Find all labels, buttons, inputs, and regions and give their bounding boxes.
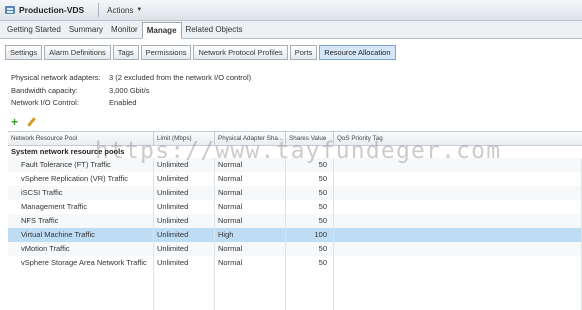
table-empty-area bbox=[8, 270, 582, 310]
bandwidth-value: 3,000 Gbit/s bbox=[109, 85, 150, 95]
table-row[interactable]: vMotion Traffic Unlimited Normal 50 bbox=[8, 242, 582, 256]
header-physical-adapter-shares[interactable]: Physical Adapter Sha... bbox=[215, 132, 286, 145]
subtab-ports[interactable]: Ports bbox=[289, 45, 318, 60]
sub-tab-bar: Settings Alarm Definitions Tags Permissi… bbox=[5, 45, 398, 60]
cell-shares: Normal bbox=[215, 242, 286, 256]
cell-limit: Unlimited bbox=[154, 214, 215, 228]
cell-value: 50 bbox=[286, 172, 334, 186]
table-header: Network Resource Pool Limit (Mbps) Physi… bbox=[8, 132, 582, 146]
subtab-resource-allocation[interactable]: Resource Allocation bbox=[319, 45, 396, 60]
cell-shares: Normal bbox=[215, 200, 286, 214]
cell-limit: Unlimited bbox=[154, 172, 215, 186]
info-row-bandwidth: Bandwidth capacity: 3,000 Gbit/s bbox=[11, 85, 251, 98]
tab-monitor[interactable]: Monitor bbox=[107, 22, 142, 38]
table-row-selected[interactable]: Virtual Machine Traffic Unlimited High 1… bbox=[8, 228, 582, 242]
cell-value: 50 bbox=[286, 200, 334, 214]
cell-qos bbox=[334, 158, 582, 172]
cell-value: 50 bbox=[286, 158, 334, 172]
cell-value: 100 bbox=[286, 228, 334, 242]
tab-summary[interactable]: Summary bbox=[65, 22, 107, 38]
adapters-value: 3 (2 excluded from the network I/O contr… bbox=[109, 73, 252, 82]
subtab-tags[interactable]: Tags bbox=[112, 45, 139, 60]
cell-name: Fault Tolerance (FT) Traffic bbox=[8, 158, 154, 172]
header-qos-priority-tag[interactable]: QoS Priority Tag bbox=[334, 132, 582, 145]
cell-limit: Unlimited bbox=[154, 256, 215, 270]
cell-qos bbox=[334, 242, 582, 256]
edit-pencil-icon[interactable] bbox=[26, 117, 36, 127]
cell-qos bbox=[334, 200, 582, 214]
table-row[interactable]: iSCSI Traffic Unlimited Normal 50 bbox=[8, 186, 582, 200]
chevron-down-icon: ▼ bbox=[136, 7, 143, 13]
cell-limit: Unlimited bbox=[154, 186, 215, 200]
cell-qos bbox=[334, 214, 582, 228]
cell-value: 50 bbox=[286, 186, 334, 200]
cell-shares: Normal bbox=[215, 172, 286, 186]
cell-name: vSphere Storage Area Network Traffic bbox=[8, 256, 154, 270]
actions-menu-button[interactable]: Actions ▼ bbox=[107, 6, 142, 15]
cell-name: NFS Traffic bbox=[8, 214, 154, 228]
header-network-resource-pool[interactable]: Network Resource Pool bbox=[8, 132, 154, 145]
cell-shares: Normal bbox=[215, 214, 286, 228]
cell-name: Virtual Machine Traffic bbox=[8, 228, 154, 242]
subtab-network-protocol-profiles[interactable]: Network Protocol Profiles bbox=[193, 45, 288, 60]
info-row-adapters: Physical network adapters: 3 (2 excluded… bbox=[11, 72, 251, 85]
cell-shares: High bbox=[215, 228, 286, 242]
cell-value: 50 bbox=[286, 256, 334, 270]
table-row[interactable]: Management Traffic Unlimited Normal 50 bbox=[8, 200, 582, 214]
actions-label: Actions bbox=[107, 5, 134, 15]
main-tab-bar: Getting Started Summary Monitor Manage R… bbox=[0, 21, 582, 39]
distributed-switch-icon bbox=[4, 4, 16, 16]
table-toolbar: + bbox=[11, 116, 36, 128]
subtab-permissions[interactable]: Permissions bbox=[140, 45, 192, 60]
cell-qos bbox=[334, 172, 582, 186]
cell-value: 50 bbox=[286, 214, 334, 228]
cell-limit: Unlimited bbox=[154, 200, 215, 214]
group-row-system-pools: System network resource pools bbox=[11, 147, 125, 156]
resource-pool-table: Network Resource Pool Limit (Mbps) Physi… bbox=[8, 131, 582, 310]
bandwidth-label: Bandwidth capacity: bbox=[11, 85, 78, 95]
title-bar: Production-VDS Actions ▼ bbox=[0, 0, 582, 21]
cell-limit: Unlimited bbox=[154, 228, 215, 242]
tab-getting-started[interactable]: Getting Started bbox=[3, 22, 65, 38]
switch-info-panel: Physical network adapters: 3 (2 excluded… bbox=[11, 72, 251, 110]
cell-limit: Unlimited bbox=[154, 158, 215, 172]
tab-manage[interactable]: Manage bbox=[141, 22, 182, 39]
table-row[interactable]: vSphere Replication (VR) Traffic Unlimit… bbox=[8, 172, 582, 186]
info-row-nioc: Network I/O Control: Enabled bbox=[11, 97, 251, 110]
cell-name: Management Traffic bbox=[8, 200, 154, 214]
nioc-label: Network I/O Control: bbox=[11, 98, 79, 107]
cell-name: vMotion Traffic bbox=[8, 242, 154, 256]
cell-shares: Normal bbox=[215, 158, 286, 172]
cell-name: vSphere Replication (VR) Traffic bbox=[8, 172, 154, 186]
cell-limit: Unlimited bbox=[154, 242, 215, 256]
cell-shares: Normal bbox=[215, 256, 286, 270]
cell-name: iSCSI Traffic bbox=[8, 186, 154, 200]
header-shares-value[interactable]: Shares Value bbox=[286, 132, 334, 145]
table-row[interactable]: vSphere Storage Area Network Traffic Unl… bbox=[8, 256, 582, 270]
table-row[interactable]: Fault Tolerance (FT) Traffic Unlimited N… bbox=[8, 158, 582, 172]
adapters-label: Physical network adapters: bbox=[11, 73, 101, 82]
title-divider bbox=[98, 3, 100, 17]
subtab-alarm-definitions[interactable]: Alarm Definitions bbox=[44, 45, 111, 60]
nioc-value: Enabled bbox=[109, 98, 137, 107]
cell-qos bbox=[334, 186, 582, 200]
header-limit[interactable]: Limit (Mbps) bbox=[154, 132, 215, 145]
window-title: Production-VDS bbox=[19, 5, 85, 15]
cell-qos bbox=[334, 228, 582, 242]
subtab-settings[interactable]: Settings bbox=[5, 45, 43, 60]
cell-shares: Normal bbox=[215, 186, 286, 200]
cell-qos bbox=[334, 256, 582, 270]
table-row[interactable]: NFS Traffic Unlimited Normal 50 bbox=[8, 214, 582, 228]
add-icon[interactable]: + bbox=[11, 116, 18, 128]
tab-related-objects[interactable]: Related Objects bbox=[182, 22, 247, 38]
cell-value: 50 bbox=[286, 242, 334, 256]
